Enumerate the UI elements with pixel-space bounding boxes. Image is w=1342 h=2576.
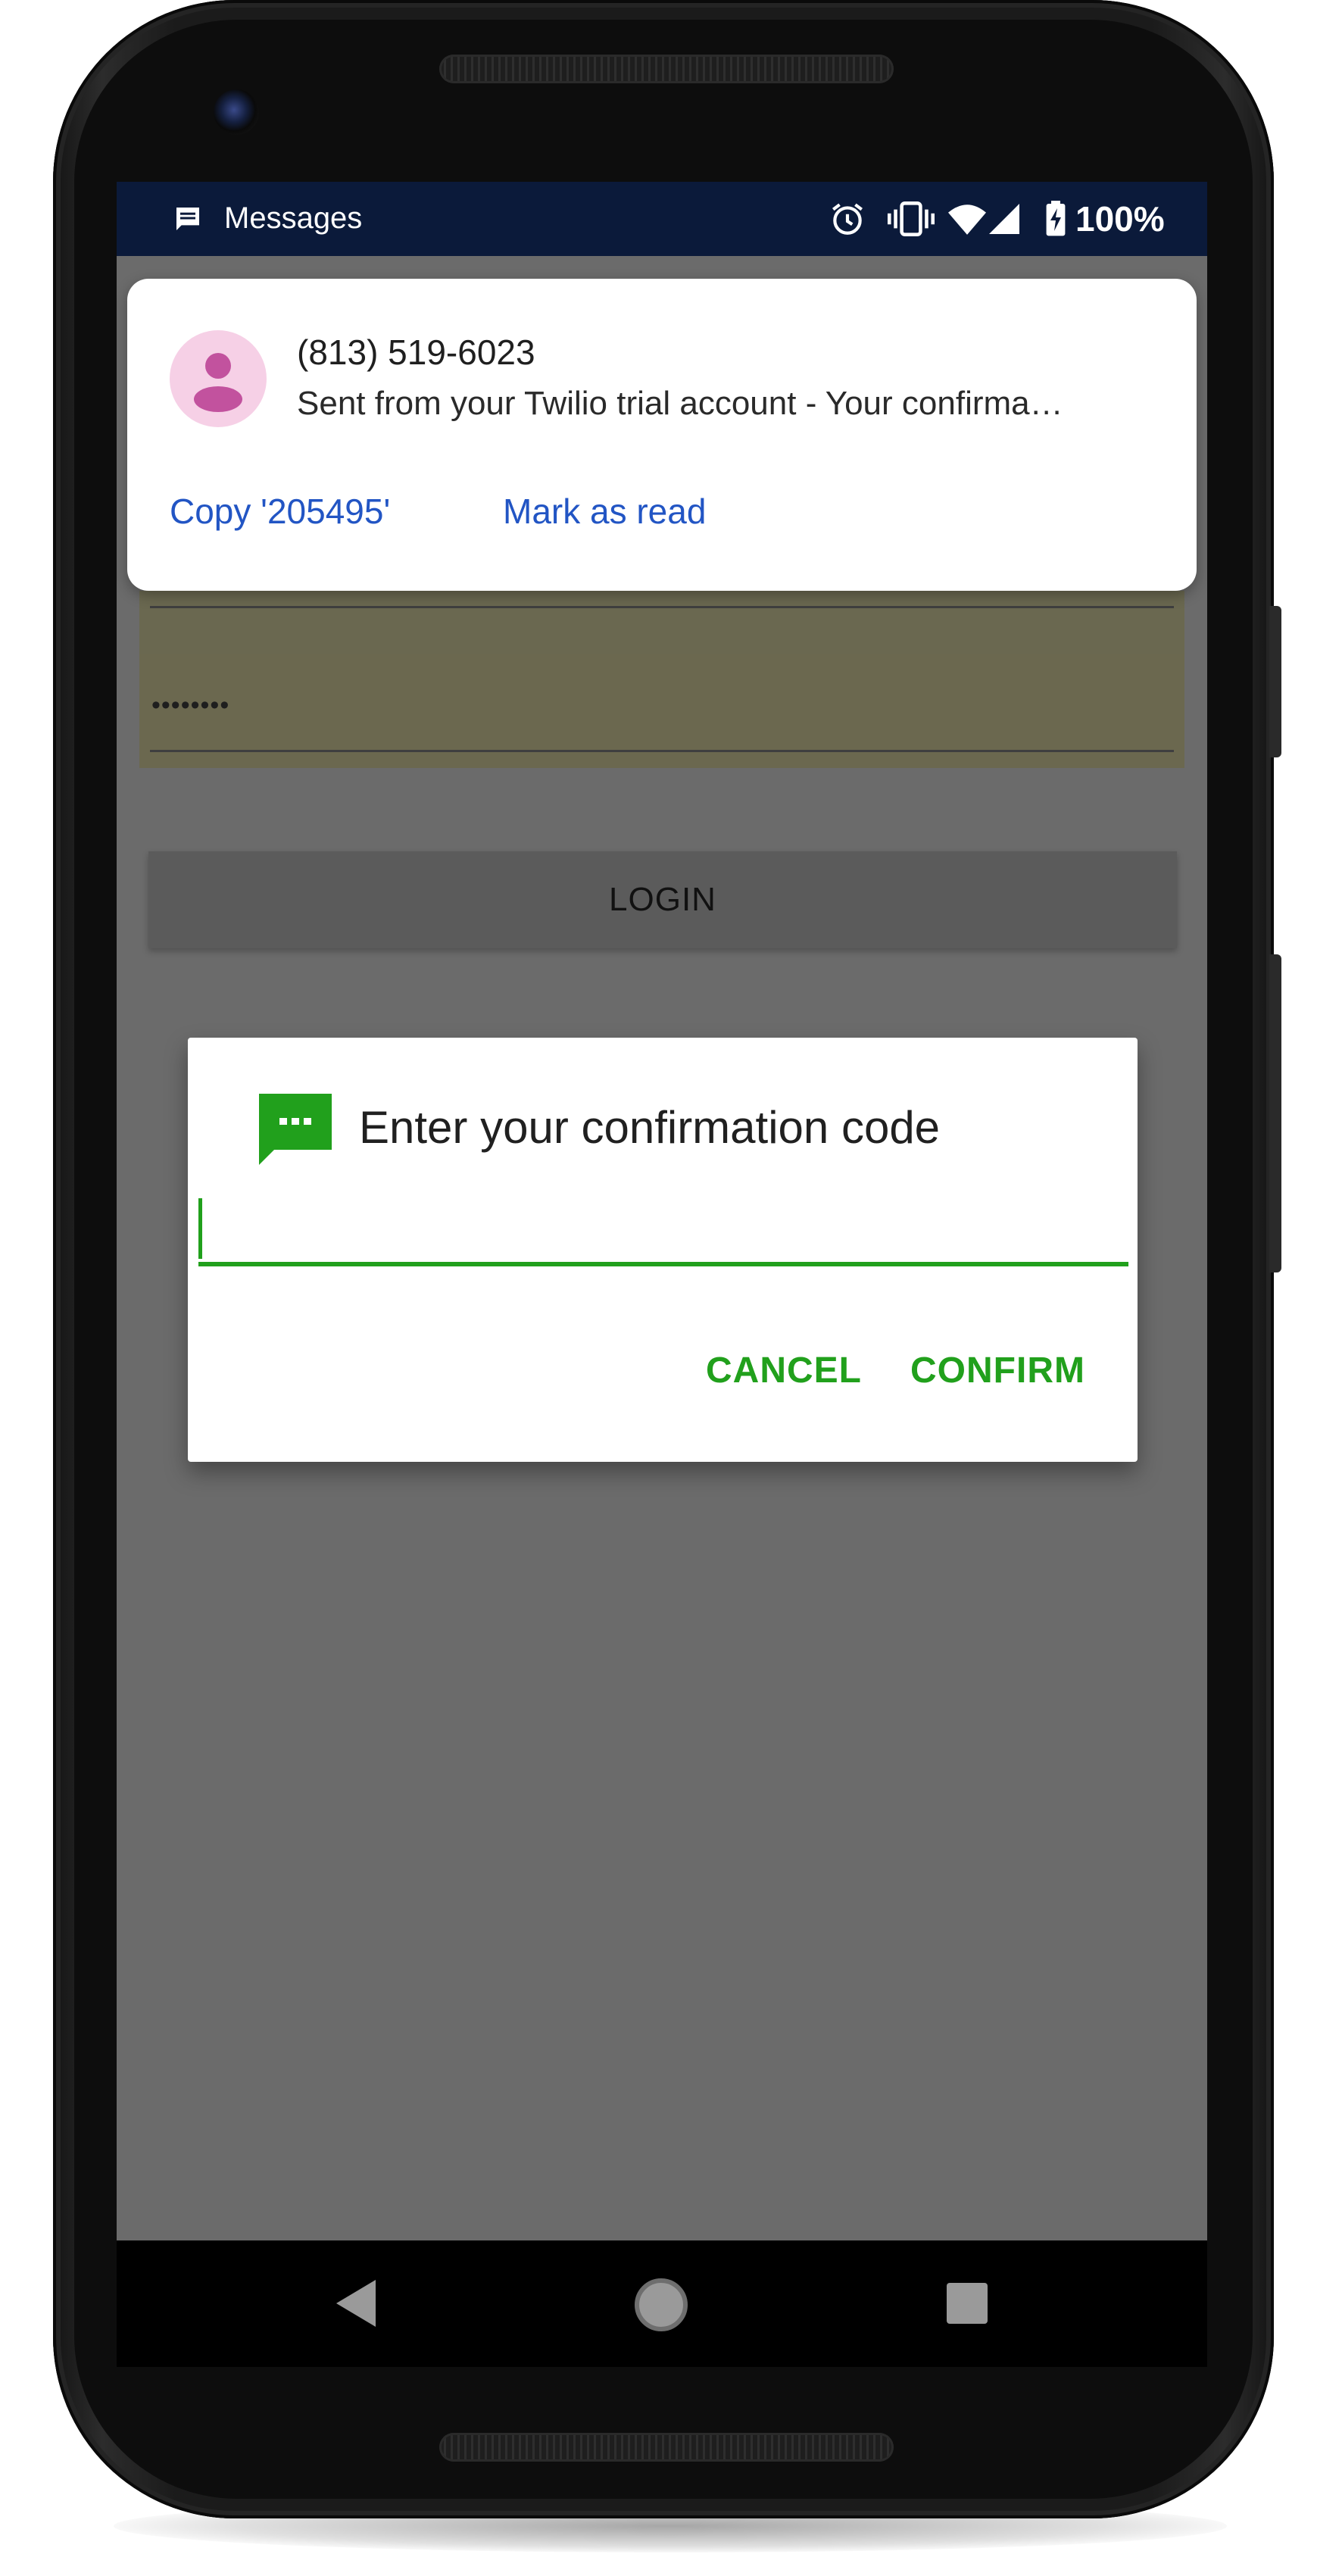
- battery-percent: 100%: [1075, 199, 1165, 239]
- wifi-icon: [948, 205, 986, 235]
- volume-button: [1269, 606, 1281, 757]
- confirmation-dialog: Enter your confirmation code CANCEL CONF…: [188, 1038, 1138, 1462]
- message-icon: [259, 1094, 332, 1165]
- cancel-button[interactable]: CANCEL: [706, 1350, 862, 1391]
- power-button: [1269, 954, 1281, 1272]
- bottom-speaker-grille: [439, 2433, 894, 2462]
- sms-notification[interactable]: (813) 519-6023 Sent from your Twilio tri…: [127, 279, 1197, 591]
- back-icon[interactable]: [332, 2277, 380, 2330]
- confirm-button[interactable]: CONFIRM: [910, 1350, 1085, 1391]
- dialog-title: Enter your confirmation code: [359, 1102, 941, 1153]
- status-bar: Messages 100%: [117, 182, 1207, 256]
- notification-message: Sent from your Twilio trial account - Yo…: [297, 385, 1063, 422]
- recents-icon[interactable]: [945, 2281, 989, 2325]
- status-app-label: Messages: [224, 201, 363, 235]
- copy-code-button[interactable]: Copy '205495': [170, 491, 390, 532]
- top-speaker-grille: [439, 55, 894, 83]
- alarm-icon: [832, 203, 863, 235]
- home-icon[interactable]: [633, 2277, 689, 2333]
- navigation-bar: [117, 2240, 1207, 2367]
- front-camera: [214, 89, 259, 135]
- password-underline: [150, 750, 1174, 752]
- notification-sender: (813) 519-6023: [297, 333, 535, 372]
- password-value: ••••••••: [151, 691, 230, 720]
- messages-icon: [176, 208, 199, 230]
- confirmation-code-input[interactable]: [198, 1195, 1128, 1266]
- battery-charging-icon: [1046, 201, 1066, 236]
- login-button[interactable]: LOGIN: [148, 851, 1177, 948]
- mark-as-read-button[interactable]: Mark as read: [503, 491, 706, 532]
- signal-icon: [989, 204, 1019, 234]
- email-underline: [150, 606, 1174, 608]
- phone-screen: Messages 100% •••••••• LOGIN (813) 519-6…: [117, 182, 1207, 2367]
- vibrate-icon: [888, 201, 935, 236]
- contact-avatar-icon: [170, 330, 267, 427]
- text-cursor: [198, 1198, 202, 1259]
